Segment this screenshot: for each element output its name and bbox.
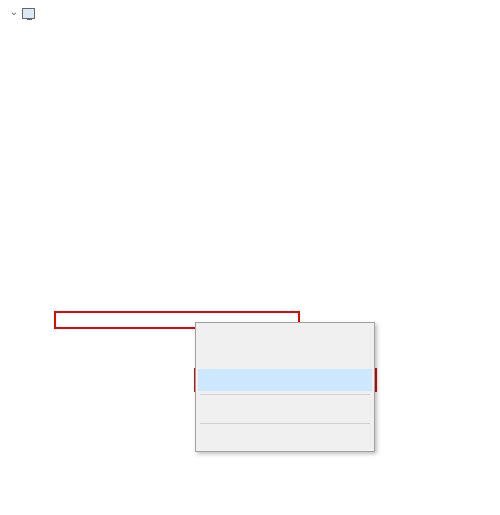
chevron-down-icon: ⌄ (8, 4, 20, 22)
menu-scan-hardware[interactable] (198, 398, 372, 420)
network-icon (20, 5, 36, 21)
category-network-adapters[interactable]: ⌄ (8, 4, 500, 22)
menu-properties[interactable] (198, 427, 372, 449)
menu-disable[interactable] (198, 347, 372, 369)
menu-separator (200, 423, 370, 424)
menu-update-driver[interactable] (198, 325, 372, 347)
menu-uninstall[interactable] (198, 369, 372, 391)
menu-separator (200, 394, 370, 395)
device-tree[interactable]: ⌄ (0, 0, 500, 22)
context-menu (195, 322, 375, 452)
